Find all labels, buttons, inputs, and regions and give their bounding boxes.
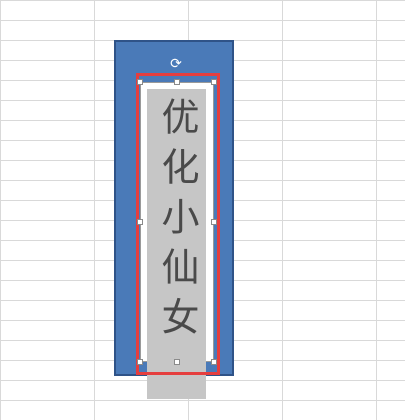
resize-handle-top[interactable] xyxy=(174,79,180,85)
resize-handle-top-left[interactable] xyxy=(137,79,143,85)
selection-highlight-frame xyxy=(136,73,220,375)
resize-handle-bottom-right[interactable] xyxy=(211,359,217,365)
resize-handle-bottom[interactable] xyxy=(174,359,180,365)
resize-handle-top-right[interactable] xyxy=(211,79,217,85)
resize-handle-left[interactable] xyxy=(137,219,143,225)
resize-handle-right[interactable] xyxy=(211,219,217,225)
resize-handle-bottom-left[interactable] xyxy=(137,359,143,365)
rotate-handle-icon[interactable]: ⟳ xyxy=(168,56,184,72)
